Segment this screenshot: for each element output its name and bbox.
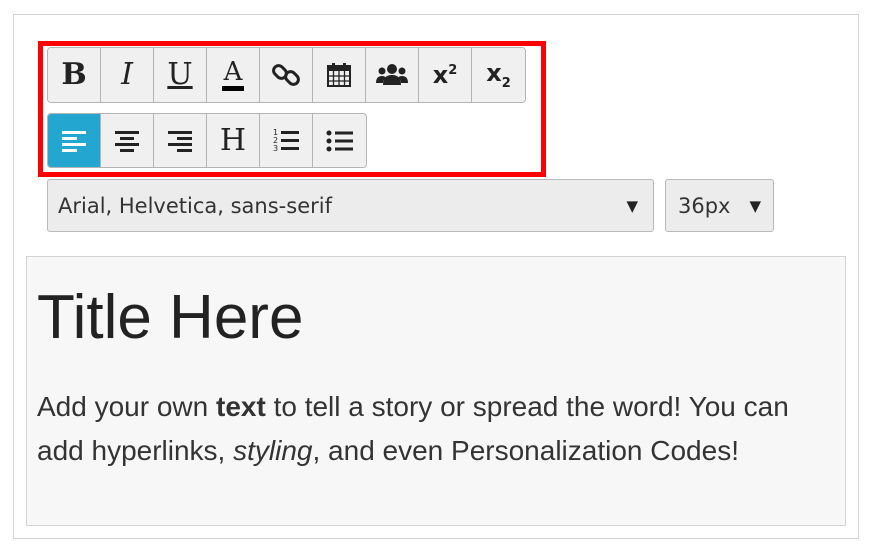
editor-title: Title Here bbox=[37, 283, 304, 352]
font-family-value: Arial, Helvetica, sans-serif bbox=[58, 193, 332, 218]
text-editor-area[interactable]: Title Here Add your own text to tell a s… bbox=[26, 256, 846, 526]
italic-text: styling bbox=[233, 435, 313, 466]
font-size-value: 36px bbox=[678, 193, 731, 218]
chevron-down-icon: ▼ bbox=[749, 196, 761, 215]
font-size-select[interactable]: 36px ▼ bbox=[665, 179, 774, 232]
chevron-down-icon: ▼ bbox=[626, 196, 638, 215]
bold-text: text bbox=[216, 391, 266, 422]
font-family-select[interactable]: Arial, Helvetica, sans-serif ▼ bbox=[47, 179, 654, 232]
toolbar-highlight-box bbox=[38, 41, 546, 177]
editor-body-text: Add your own text to tell a story or spr… bbox=[37, 391, 789, 466]
